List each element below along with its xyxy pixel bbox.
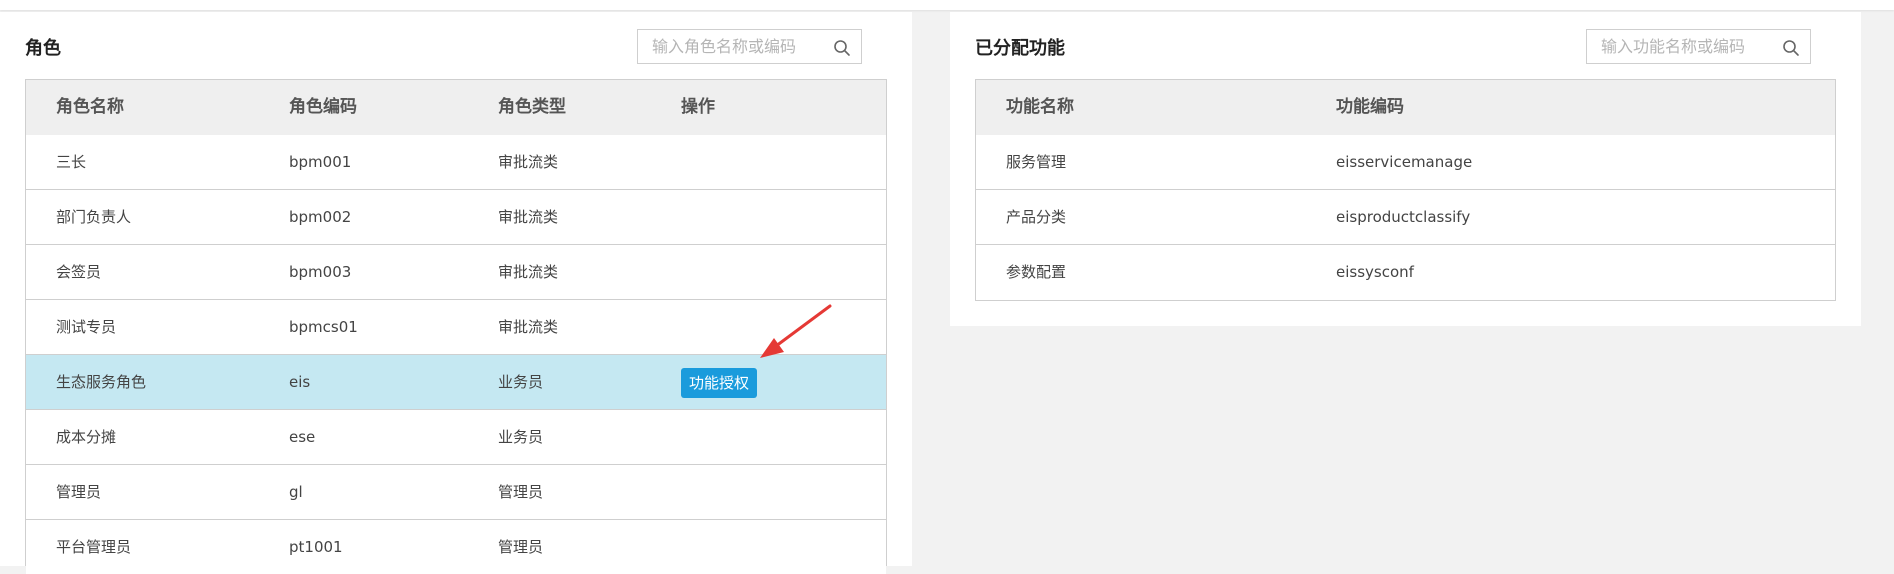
- function-name-cell: 参数配置: [1006, 263, 1067, 281]
- role-name-cell: 三长: [56, 153, 87, 171]
- top-bar: [0, 0, 1894, 10]
- role-search-box[interactable]: [637, 29, 862, 64]
- function-row[interactable]: 产品分类 eisproductclassify: [976, 190, 1835, 245]
- role-name-cell: 会签员: [56, 263, 102, 281]
- role-type-cell: 审批流类: [498, 263, 559, 281]
- role-name-cell: 部门负责人: [56, 208, 132, 226]
- assigned-functions-panel: 已分配功能 功能名称 功能编码 服务管理 eisservicemanage 产品…: [950, 12, 1861, 326]
- role-code-cell: gl: [289, 483, 303, 501]
- role-name-cell: 成本分摊: [56, 428, 117, 446]
- role-name-cell: 管理员: [56, 483, 102, 501]
- column-header-function-code: 功能编码: [1336, 97, 1404, 117]
- role-type-cell: 审批流类: [498, 208, 559, 226]
- role-code-cell: eis: [289, 373, 311, 391]
- role-code-cell: ese: [289, 428, 316, 446]
- role-search-input[interactable]: [638, 30, 861, 63]
- column-header-role-code: 角色编码: [289, 97, 357, 117]
- role-row[interactable]: 成本分摊 ese 业务员: [26, 410, 886, 465]
- column-header-actions: 操作: [681, 97, 715, 117]
- role-row[interactable]: 测试专员 bpmcs01 审批流类: [26, 300, 886, 355]
- function-name-cell: 服务管理: [1006, 153, 1067, 171]
- roles-table: 角色名称 角色编码 角色类型 操作 三长 bpm001 审批流类 部门负责人 b…: [25, 79, 887, 574]
- roles-panel: 角色 角色名称 角色编码 角色类型 操作 三长 bpm001 审批流类 部门负责…: [0, 12, 912, 574]
- function-name-cell: 产品分类: [1006, 208, 1067, 226]
- function-row[interactable]: 参数配置 eissysconf: [976, 245, 1835, 299]
- role-type-cell: 审批流类: [498, 153, 559, 171]
- role-code-cell: bpmcs01: [289, 318, 358, 336]
- function-search-input[interactable]: [1587, 30, 1810, 63]
- column-header-function-name: 功能名称: [1006, 97, 1074, 117]
- function-row[interactable]: 服务管理 eisservicemanage: [976, 135, 1835, 190]
- role-type-cell: 管理员: [498, 483, 544, 501]
- search-icon[interactable]: [833, 39, 851, 57]
- functions-table: 功能名称 功能编码 服务管理 eisservicemanage 产品分类 eis…: [975, 79, 1836, 301]
- function-code-cell: eissysconf: [1336, 263, 1414, 281]
- role-type-cell: 审批流类: [498, 318, 559, 336]
- search-icon[interactable]: [1782, 39, 1800, 57]
- column-header-role-name: 角色名称: [56, 97, 124, 117]
- role-row-selected[interactable]: 生态服务角色 eis 业务员 功能授权: [26, 355, 886, 410]
- roles-table-header: 角色名称 角色编码 角色类型 操作: [26, 80, 886, 136]
- role-type-cell: 业务员: [498, 373, 544, 391]
- role-row[interactable]: 三长 bpm001 审批流类: [26, 135, 886, 190]
- grant-function-button[interactable]: 功能授权: [681, 368, 758, 398]
- role-code-cell: bpm001: [289, 153, 352, 171]
- role-row[interactable]: 会签员 bpm003 审批流类: [26, 245, 886, 300]
- role-type-cell: 业务员: [498, 428, 544, 446]
- role-name-cell: 生态服务角色: [56, 373, 147, 391]
- role-row[interactable]: 部门负责人 bpm002 审批流类: [26, 190, 886, 245]
- function-search-box[interactable]: [1586, 29, 1811, 64]
- function-code-cell: eisservicemanage: [1336, 153, 1473, 171]
- role-name-cell: 测试专员: [56, 318, 117, 336]
- functions-table-header: 功能名称 功能编码: [976, 80, 1835, 136]
- column-header-role-type: 角色类型: [498, 97, 566, 117]
- role-code-cell: bpm002: [289, 208, 352, 226]
- roles-panel-title: 角色: [25, 38, 61, 59]
- role-row[interactable]: 管理员 gl 管理员: [26, 465, 886, 520]
- role-code-cell: bpm003: [289, 263, 352, 281]
- function-code-cell: eisproductclassify: [1336, 208, 1471, 226]
- functions-panel-title: 已分配功能: [975, 38, 1065, 59]
